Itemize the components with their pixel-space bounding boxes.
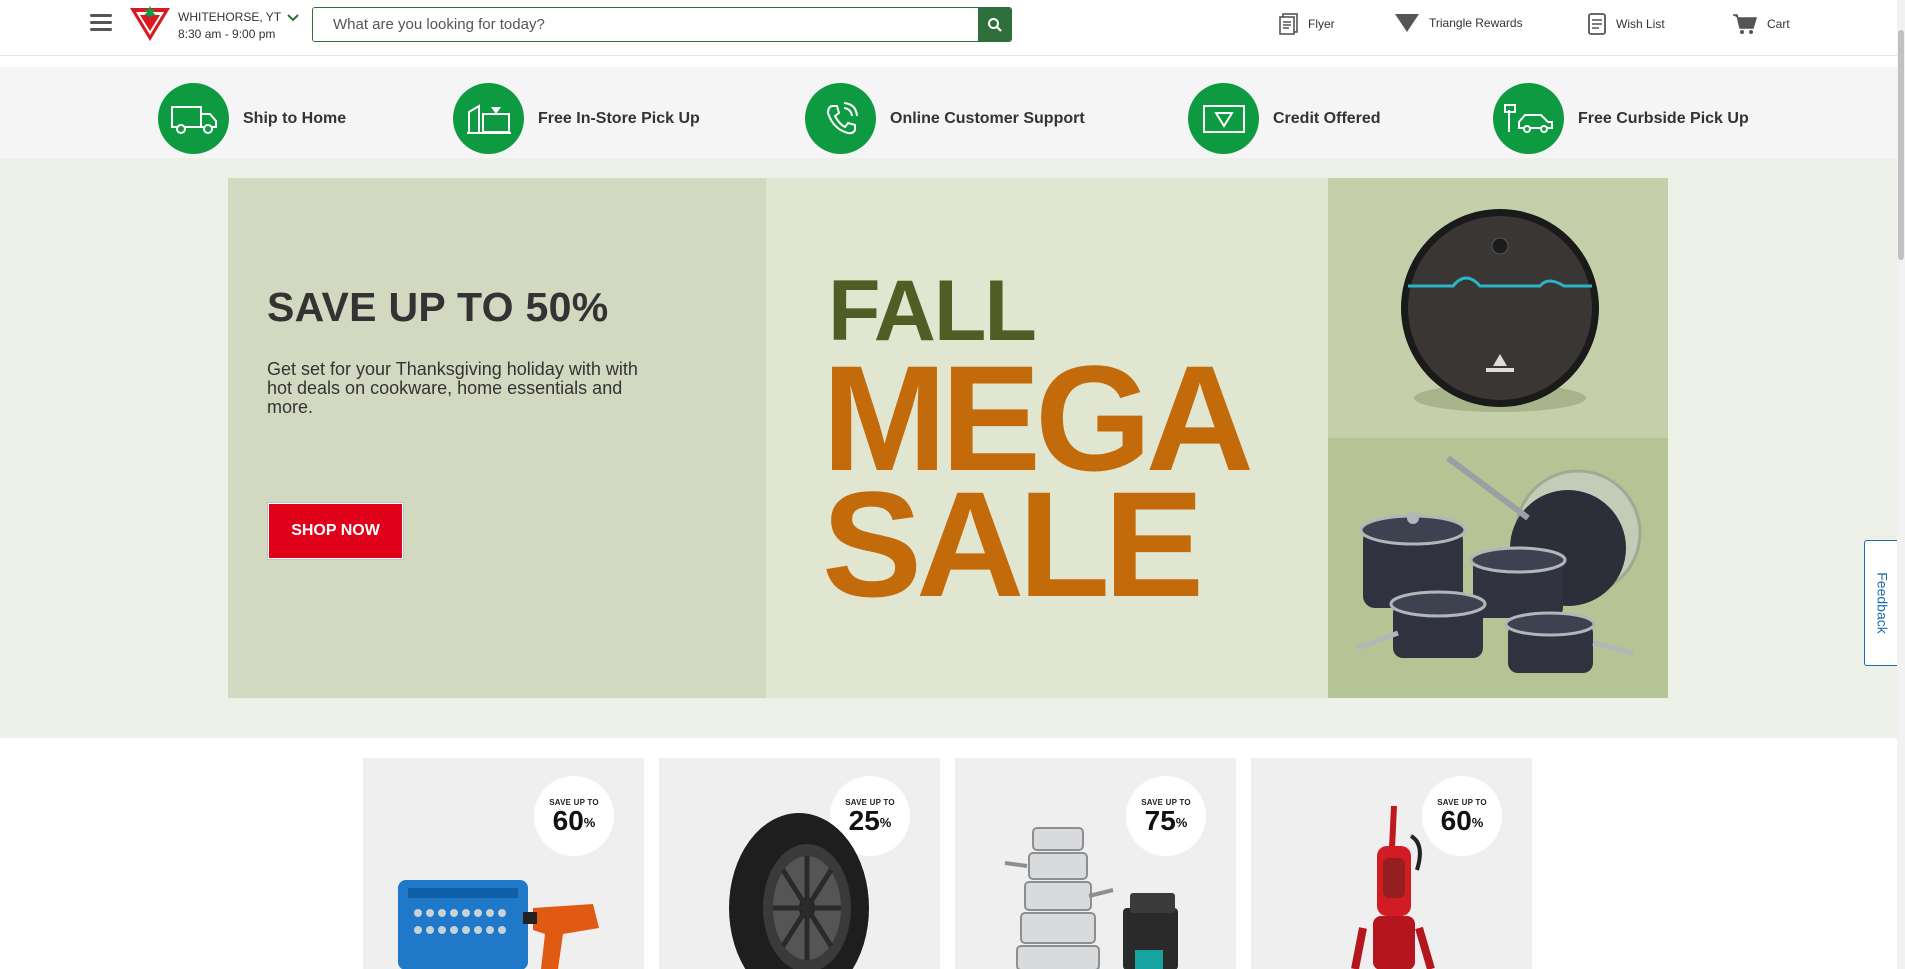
- deal-card[interactable]: SAVE UP TO 60%: [1251, 758, 1532, 969]
- benefit-in-store-pickup[interactable]: Free In-Store Pick Up: [453, 83, 700, 154]
- wish-list-label: Wish List: [1616, 17, 1665, 31]
- cart-label: Cart: [1767, 17, 1790, 31]
- benefit-ship-to-home[interactable]: Ship to Home: [158, 83, 346, 154]
- wish-list-icon: [1588, 13, 1606, 35]
- store-hours: 8:30 am - 9:00 pm: [178, 27, 276, 41]
- search-button[interactable]: [978, 8, 1011, 41]
- scrollbar-thumb[interactable]: [1898, 30, 1904, 260]
- tire-image: [729, 813, 869, 969]
- hero-body: Get set for your Thanksgiving holiday wi…: [267, 359, 638, 417]
- deal-card[interactable]: SAVE UP TO 60%: [363, 758, 644, 969]
- hero-headline: SAVE UP TO 50%: [267, 284, 609, 330]
- store-city: WHITEHORSE, YT: [178, 10, 282, 24]
- flyer-icon: [1279, 13, 1298, 35]
- fall-mega-sale-graphic: FALL MEGA SALE: [766, 178, 1328, 698]
- site-header: WHITEHORSE, YT 8:30 am - 9:00 pm Flyer T…: [0, 0, 1905, 56]
- benefit-curbside-pickup[interactable]: Free Curbside Pick Up: [1493, 83, 1749, 154]
- benefit-label: Credit Offered: [1273, 109, 1381, 127]
- rewards-label: Triangle Rewards: [1429, 16, 1523, 30]
- curbside-car-icon: [1493, 83, 1564, 154]
- vacuum-image: [1351, 806, 1435, 969]
- benefit-label: Online Customer Support: [890, 109, 1085, 127]
- cart-link[interactable]: Cart: [1732, 13, 1790, 35]
- hero-section: SAVE UP TO 50% Get set for your Thanksgi…: [0, 158, 1905, 738]
- credit-card-icon: [1188, 83, 1259, 154]
- robot-vacuum-image: [1328, 178, 1668, 438]
- phone-icon: [805, 83, 876, 154]
- cart-icon: [1733, 14, 1758, 34]
- flyer-link[interactable]: Flyer: [1279, 13, 1335, 35]
- triangle-icon: [1395, 14, 1419, 32]
- search-input[interactable]: [313, 8, 978, 41]
- deal-card[interactable]: SAVE UP TO 25%: [659, 758, 940, 969]
- feedback-tab[interactable]: Feedback: [1864, 540, 1900, 666]
- hero-banner[interactable]: SAVE UP TO 50% Get set for your Thanksgi…: [228, 178, 1668, 698]
- benefit-label: Ship to Home: [243, 109, 347, 127]
- sale-word-sale: SALE: [822, 460, 1204, 628]
- search-icon: [987, 17, 1002, 32]
- triangle-rewards-link[interactable]: Triangle Rewards: [1394, 13, 1523, 33]
- cookware-image: [1004, 827, 1178, 969]
- page-scrollbar[interactable]: [1897, 0, 1905, 969]
- search-bar: [312, 7, 1012, 42]
- cookware-set-image: [1328, 438, 1668, 698]
- benefit-label: Free In-Store Pick Up: [538, 109, 700, 127]
- feedback-label: Feedback: [1874, 572, 1891, 634]
- benefit-customer-support[interactable]: Online Customer Support: [805, 83, 1085, 154]
- deal-card[interactable]: SAVE UP TO 75%: [955, 758, 1236, 969]
- store-selector[interactable]: WHITEHORSE, YT 8:30 am - 9:00 pm: [178, 9, 299, 43]
- hero-text-panel: SAVE UP TO 50% Get set for your Thanksgi…: [228, 178, 766, 698]
- wish-list-link[interactable]: Wish List: [1587, 13, 1665, 35]
- benefits-bar: Ship to Home Free In-Store Pick Up Onlin…: [0, 67, 1905, 158]
- benefit-label: Free Curbside Pick Up: [1578, 109, 1749, 127]
- canadian-tire-logo[interactable]: [129, 4, 171, 42]
- shop-now-button[interactable]: SHOP NOW: [267, 502, 404, 560]
- benefit-credit-offered[interactable]: Credit Offered: [1188, 83, 1381, 154]
- tools-image: [398, 880, 599, 969]
- chevron-down-icon: [287, 13, 299, 21]
- store-pickup-icon: [453, 83, 524, 154]
- flyer-label: Flyer: [1308, 17, 1335, 31]
- truck-icon: [158, 83, 229, 154]
- hamburger-menu-icon[interactable]: [90, 14, 112, 34]
